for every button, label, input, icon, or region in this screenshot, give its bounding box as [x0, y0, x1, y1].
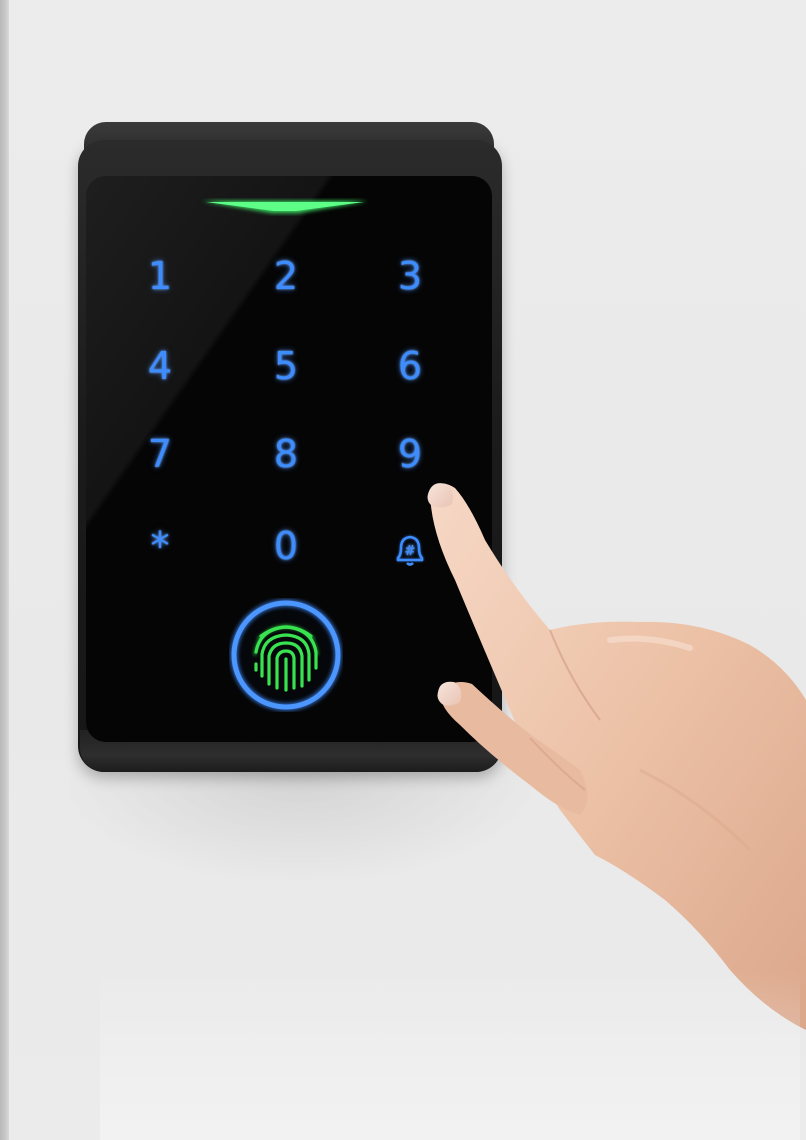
key-6[interactable]: 6 [380, 336, 440, 396]
status-led [202, 201, 368, 213]
key-3[interactable]: 3 [380, 246, 440, 306]
key-1[interactable]: 1 [130, 246, 190, 306]
floor-fade [100, 970, 800, 1140]
wall-edge [0, 0, 9, 1140]
key-7[interactable]: 7 [130, 424, 190, 484]
pointing-hand [427, 483, 806, 1030]
key-2[interactable]: 2 [256, 246, 316, 306]
fingerprint-sensor[interactable] [229, 598, 343, 712]
key-0[interactable]: 0 [256, 516, 316, 576]
key-star[interactable]: * [130, 516, 190, 576]
key-4[interactable]: 4 [130, 336, 190, 396]
key-5[interactable]: 5 [256, 336, 316, 396]
key-8[interactable]: 8 [256, 424, 316, 484]
